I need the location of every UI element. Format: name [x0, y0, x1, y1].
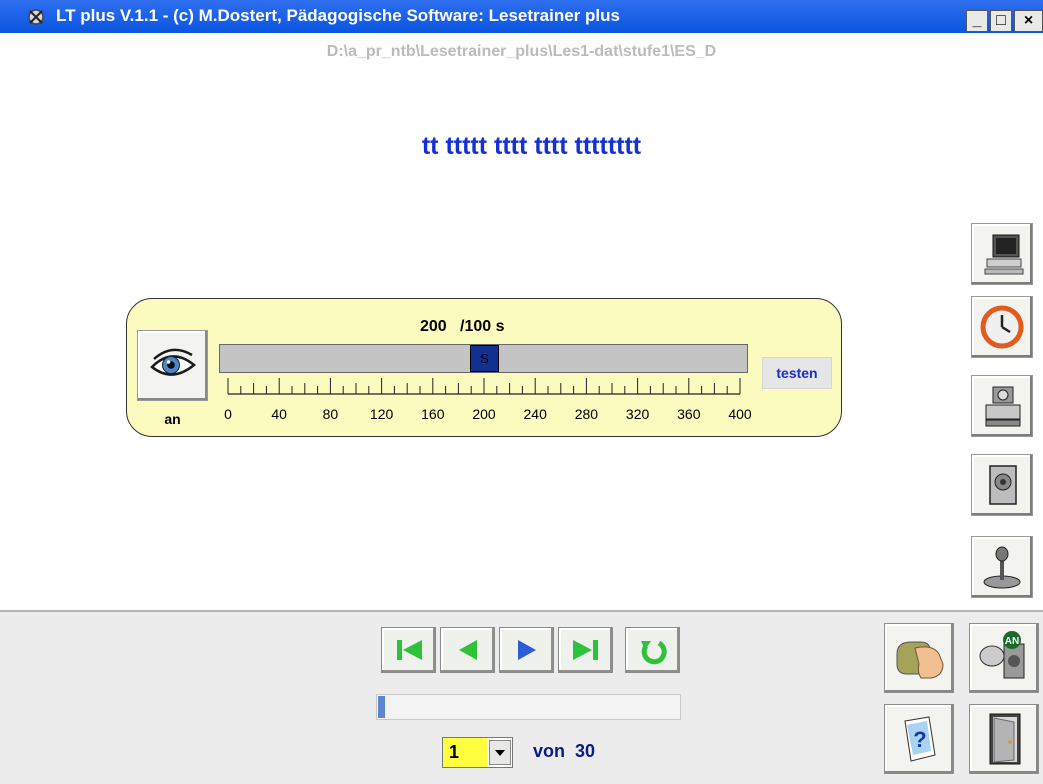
first-icon	[396, 640, 422, 660]
exit-door-icon	[989, 713, 1021, 765]
page-of-label: von	[533, 741, 566, 761]
play-button[interactable]	[499, 627, 554, 673]
eye-icon	[150, 348, 196, 376]
scale-label: 240	[523, 406, 547, 422]
close-icon: ×	[1023, 12, 1034, 29]
maximize-button[interactable]: □	[990, 10, 1012, 32]
minimize-icon: _	[972, 12, 982, 29]
joystick-icon	[983, 546, 1021, 589]
progress-fill	[378, 696, 385, 718]
help-glyph: ?	[913, 727, 926, 752]
page-total-label: von 30	[533, 741, 595, 762]
clock-button[interactable]	[971, 296, 1033, 358]
close-button[interactable]: ×	[1014, 10, 1043, 32]
slider-scale	[227, 378, 741, 395]
mouse-hand-icon	[896, 641, 944, 679]
printer-icon	[985, 386, 1021, 427]
play-icon	[517, 640, 536, 660]
minimize-button[interactable]: _	[966, 10, 988, 32]
maximize-icon: □	[996, 12, 1006, 29]
title-bar: LT plus V.1.1 - (c) M.Dostert, Pädagogis…	[0, 0, 1043, 33]
sound-on-badge: AN	[1005, 636, 1019, 647]
app-icon	[26, 7, 46, 27]
eye-toggle-button[interactable]	[137, 330, 208, 401]
page-select[interactable]: 1	[442, 737, 513, 768]
reading-text: tt ttttt tttt tttt tttttttt	[421, 132, 642, 160]
scale-label: 0	[224, 406, 232, 422]
chevron-down-icon	[495, 749, 505, 756]
page-total: 30	[575, 741, 596, 761]
progress-bar	[376, 694, 681, 720]
test-button[interactable]: testen	[762, 357, 832, 389]
help-button[interactable]: ?	[884, 704, 954, 774]
page-select-dropdown-button[interactable]	[489, 740, 511, 765]
scale-label: 360	[677, 406, 701, 422]
scale-label: 280	[574, 406, 599, 422]
speed-slider-thumb[interactable]: S	[470, 345, 499, 372]
computer-icon	[984, 234, 1024, 275]
scale-label: 400	[728, 406, 752, 422]
speed-readout: 200 /100 s	[420, 318, 505, 336]
scale-label: 200	[472, 406, 496, 422]
scale-label: 40	[271, 406, 287, 422]
repeat-icon	[640, 640, 667, 665]
scale-label: 120	[369, 406, 394, 422]
joystick-button[interactable]	[971, 536, 1033, 598]
computer-button[interactable]	[971, 223, 1033, 285]
speaker-button[interactable]	[971, 454, 1033, 516]
window-title: LT plus V.1.1 - (c) M.Dostert, Pädagogis…	[56, 6, 620, 25]
file-path: D:\a_pr_ntb\Lesetrainer_plus\Les1-dat\st…	[326, 43, 717, 60]
eye-status-label: an	[164, 411, 181, 427]
sound-on-button[interactable]: AN	[969, 623, 1039, 693]
first-button[interactable]	[381, 627, 436, 673]
sound-on-icon: AN	[979, 631, 1025, 679]
scale-label: 320	[625, 406, 650, 422]
mouse-hand-button[interactable]	[884, 623, 954, 693]
clock-icon	[980, 305, 1024, 349]
speaker-icon	[989, 465, 1017, 505]
help-icon: ?	[904, 716, 936, 762]
speed-unit: /100 s	[460, 318, 505, 335]
printer-button[interactable]	[971, 375, 1033, 437]
speed-value: 200	[420, 318, 447, 335]
last-button[interactable]	[558, 627, 613, 673]
scale-label: 160	[421, 406, 445, 422]
exit-button[interactable]	[969, 704, 1039, 774]
scale-label: 80	[322, 406, 339, 422]
page-select-value: 1	[443, 738, 487, 767]
previous-button[interactable]	[440, 627, 495, 673]
repeat-button[interactable]	[625, 627, 680, 673]
last-icon	[572, 640, 598, 660]
previous-icon	[458, 640, 477, 660]
